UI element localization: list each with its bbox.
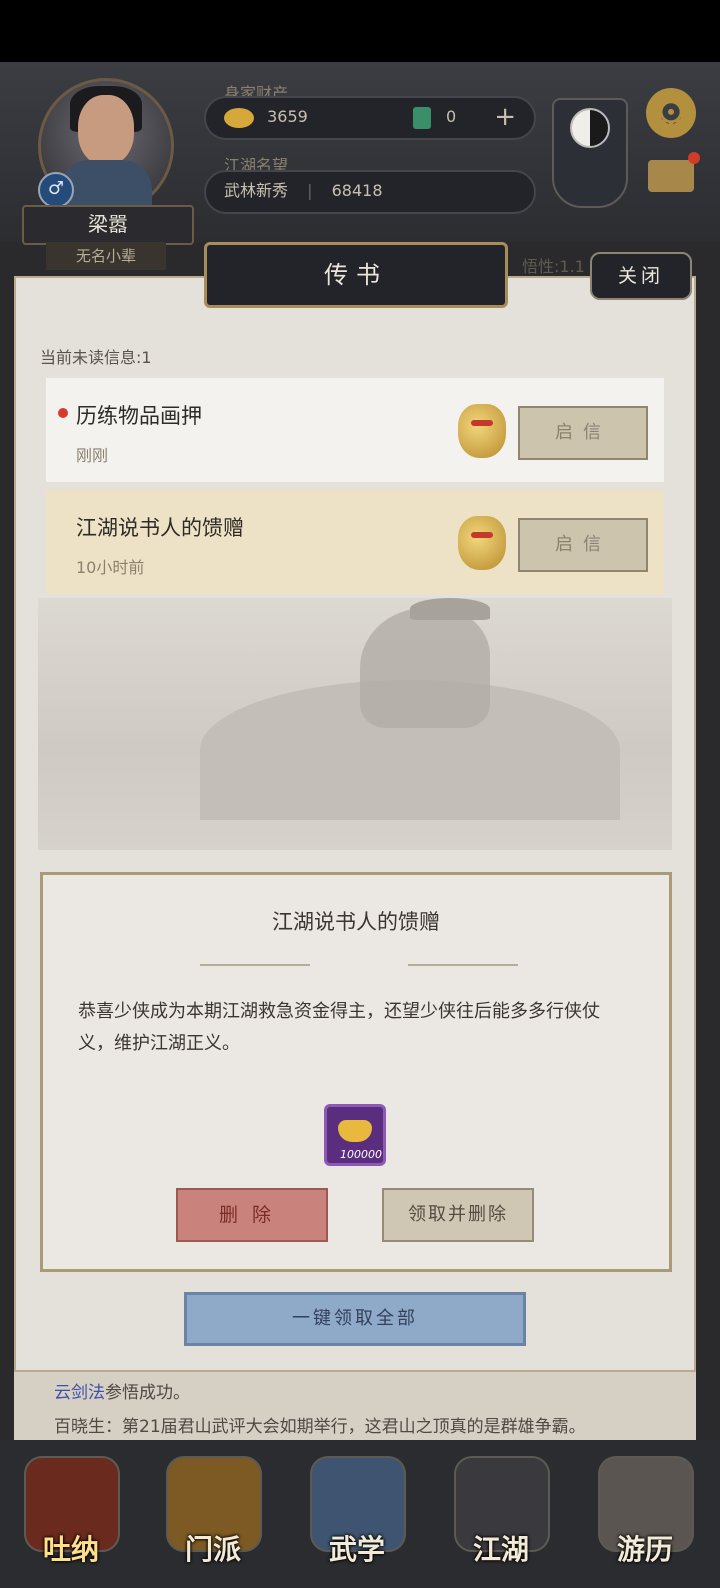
- notification-dot: [688, 152, 700, 164]
- reward-amount: 100000: [340, 1148, 382, 1161]
- open-letter-button[interactable]: 启信: [518, 406, 648, 460]
- close-button[interactable]: 关闭: [590, 252, 692, 300]
- open-letter-button[interactable]: 启信: [518, 518, 648, 572]
- jade-amount: 0: [446, 107, 457, 126]
- gold-ingot-icon: [224, 107, 254, 128]
- claim-all-button[interactable]: 一键领取全部: [184, 1292, 526, 1346]
- unread-dot: [58, 408, 68, 418]
- fame-value: 68418: [331, 181, 383, 200]
- fame-rank: 武林新秀: [224, 181, 289, 200]
- divider-right: [408, 964, 518, 966]
- player-title: 无名小辈: [46, 242, 166, 270]
- message-time: 10小时前: [76, 558, 145, 577]
- nav-label-jianghu[interactable]: 江湖: [446, 1528, 556, 1568]
- log-line: 云剑法参悟成功。: [54, 1378, 190, 1403]
- fisherman-silhouette: [360, 608, 490, 728]
- nav-label-tuna[interactable]: 吐纳: [16, 1528, 126, 1568]
- message-title: 历练物品画押: [76, 404, 202, 428]
- log-skill-name: 云剑法: [54, 1383, 105, 1403]
- message-time: 刚刚: [76, 446, 109, 465]
- fame-bar: 武林新秀 | 68418: [204, 170, 536, 214]
- nav-label-martial[interactable]: 武学: [302, 1528, 412, 1568]
- message-row[interactable]: 江湖说书人的馈赠 10小时前 启信: [46, 490, 664, 594]
- yin-yang-icon: [570, 108, 610, 148]
- gold-ingot-icon: [338, 1120, 372, 1142]
- gift-bag-icon: [458, 516, 506, 570]
- message-title: 江湖说书人的馈赠: [76, 516, 244, 540]
- gift-bag-tie: [471, 420, 493, 426]
- mail-icon[interactable]: [648, 160, 694, 192]
- nav-label-sect[interactable]: 门派: [158, 1528, 268, 1568]
- log-text: 参悟成功。: [105, 1383, 190, 1403]
- currency-bar: 3659 0 +: [204, 96, 536, 140]
- status-bar: [0, 0, 720, 62]
- stat-hint: 悟性:1.1: [522, 257, 585, 276]
- straw-hat-silhouette: [410, 598, 490, 620]
- delete-button[interactable]: 删除: [176, 1188, 328, 1242]
- gift-bag-icon: [458, 404, 506, 458]
- nav-label-travel[interactable]: 游历: [590, 1528, 700, 1568]
- add-currency-button[interactable]: +: [494, 98, 516, 136]
- gold-amount: 3659: [267, 107, 308, 126]
- gear-icon[interactable]: ⚙: [646, 88, 696, 138]
- detail-title: 江湖说书人的馈赠: [272, 910, 440, 934]
- log-line: 百晓生：第21届君山武评大会如期举行，这君山之顶真的是群雄争霸。: [54, 1417, 586, 1437]
- gift-bag-tie: [471, 532, 493, 538]
- divider-left: [200, 964, 310, 966]
- message-row[interactable]: 历练物品画押 刚刚 启信: [46, 378, 664, 482]
- detail-body: 恭喜少侠成为本期江湖救急资金得主，还望少侠往后能多多行侠仗义，维护江湖正义。: [78, 1001, 600, 1054]
- avatar-face: [78, 95, 134, 165]
- male-icon: ♂: [38, 172, 74, 208]
- player-name: 梁嚣: [22, 205, 194, 245]
- avatar-robe: [60, 160, 152, 210]
- unread-count: 当前未读信息:1: [40, 348, 152, 367]
- panel-title: 传书: [204, 242, 508, 308]
- claim-and-delete-button[interactable]: 领取并删除: [382, 1188, 534, 1242]
- jade-icon: [412, 106, 431, 129]
